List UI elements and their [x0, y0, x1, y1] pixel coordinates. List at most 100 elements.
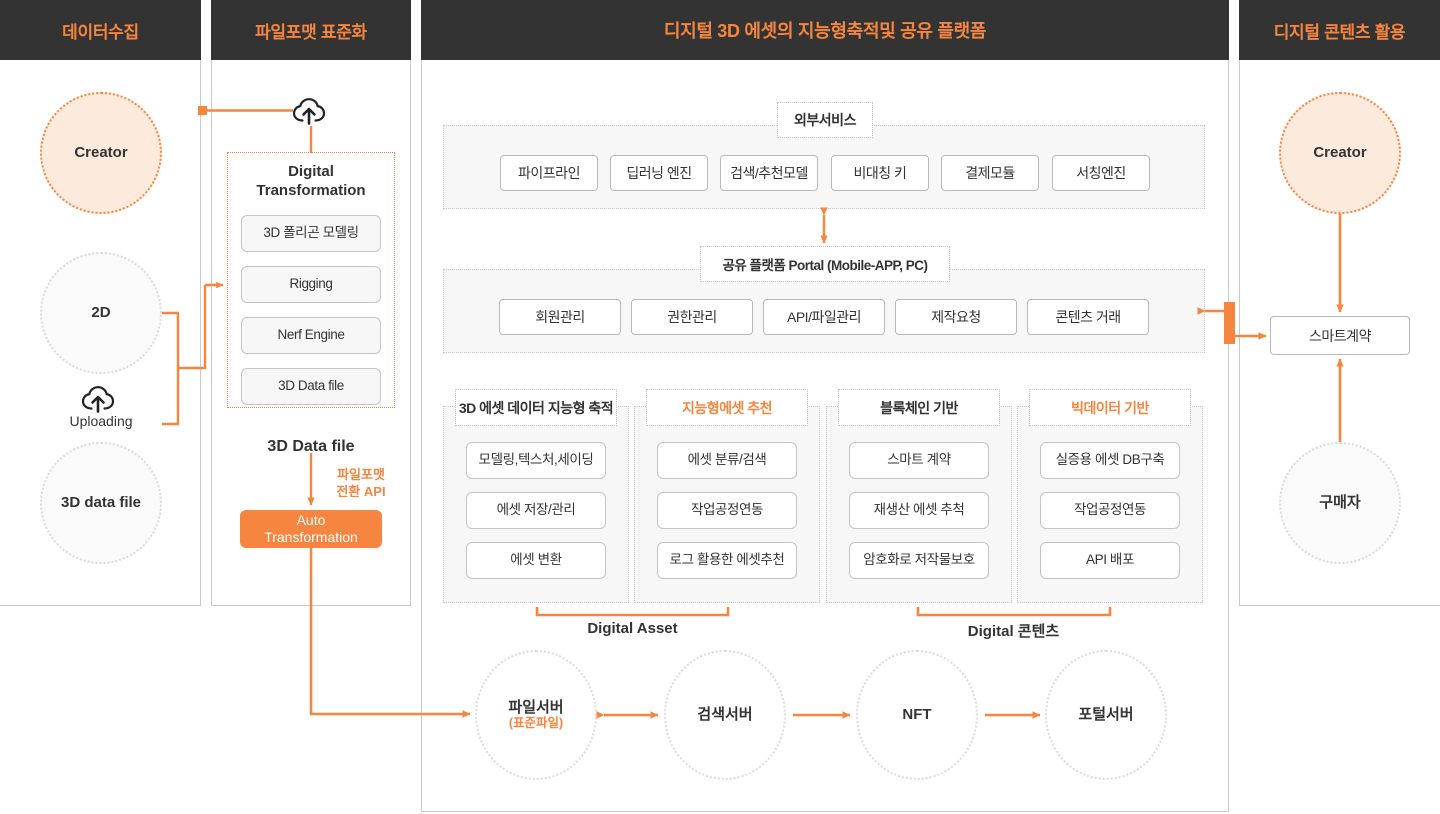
- capability-3-item-2[interactable]: API 배포: [1040, 542, 1180, 579]
- bracket-label-digital-asset: Digital Asset: [587, 620, 678, 637]
- server-circle-1: 검색서버: [664, 650, 786, 780]
- dt-item-0[interactable]: 3D 폴리곤 모델링: [241, 215, 381, 252]
- threed-data-file-label: 3D Data file: [267, 438, 355, 455]
- external-item-2[interactable]: 검색/추천모델: [720, 155, 818, 191]
- circle-buyer: 구매자: [1279, 442, 1401, 564]
- panel-header-platform: 디지털 3D 에셋의 지능형축적및 공유 플랫폼: [421, 0, 1229, 60]
- capability-2-item-2-label: 암호화로 저작물보호: [863, 552, 975, 568]
- capability-3-item-0[interactable]: 실증용 에셋 DB구축: [1040, 442, 1180, 479]
- external-item-1-label: 딥러닝 엔진: [626, 165, 692, 181]
- portal-item-4[interactable]: 콘텐츠 거래: [1027, 299, 1149, 335]
- uploading-label: Uploading: [69, 413, 133, 429]
- panel-header-data-collection: 데이터수집: [0, 0, 201, 60]
- capability-0-item-2[interactable]: 에셋 변환: [466, 542, 606, 579]
- server-circle-1-label: 검색서버: [697, 706, 753, 724]
- panel-title-data-collection: 데이터수집: [62, 22, 139, 42]
- portal-item-4-label: 콘텐츠 거래: [1055, 309, 1121, 325]
- portal-item-2[interactable]: API/파일관리: [763, 299, 885, 335]
- portal-item-0-label: 회원관리: [535, 309, 585, 325]
- server-circle-3: 포털서버: [1045, 650, 1167, 780]
- capability-group-1-title: 지능형에셋 추천: [646, 389, 808, 426]
- dt-item-3-label: 3D Data file: [278, 378, 344, 394]
- server-circle-2-label: NFT: [902, 706, 932, 724]
- cloud-upload-icon: [81, 386, 120, 414]
- circle-2d: 2D: [40, 252, 162, 374]
- portal-item-1[interactable]: 권한관리: [631, 299, 753, 335]
- capability-1-item-0[interactable]: 에셋 분류/검색: [657, 442, 797, 479]
- portal-item-1-label: 권한관리: [667, 309, 717, 325]
- external-services-title-label: 외부서비스: [794, 112, 856, 128]
- circle-3d-data-file: 3D data file: [40, 442, 162, 564]
- circle-creator-collect-label: Creator: [74, 144, 128, 162]
- server-circle-2: NFT: [856, 650, 978, 780]
- auto-transformation-box[interactable]: Auto Transformation: [240, 510, 382, 548]
- portal-title: 공유 플랫폼 Portal (Mobile-APP, PC): [700, 246, 950, 282]
- capability-1-item-2-label: 로그 활용한 에셋추천: [669, 552, 785, 568]
- external-item-3-label: 비대칭 키: [853, 165, 907, 181]
- circle-2d-label: 2D: [91, 304, 111, 322]
- capability-0-item-2-label: 에셋 변환: [510, 552, 562, 568]
- external-item-4[interactable]: 결제모듈: [941, 155, 1039, 191]
- server-circle-0: 파일서버 (표준파일): [475, 650, 597, 780]
- portal-item-3[interactable]: 제작요청: [895, 299, 1017, 335]
- external-item-0-label: 파이프라인: [518, 165, 580, 181]
- external-item-1[interactable]: 딥러닝 엔진: [610, 155, 708, 191]
- capability-1-item-0-label: 에셋 분류/검색: [687, 452, 767, 468]
- dt-item-1[interactable]: Rigging: [241, 266, 381, 303]
- capability-2-item-0-label: 스마트 계약: [887, 452, 951, 468]
- external-item-4-label: 결제모듈: [965, 165, 1015, 181]
- external-services-title: 외부서비스: [777, 102, 873, 138]
- server-circle-0-sub: (표준파일): [508, 716, 564, 731]
- capability-2-item-1[interactable]: 재생산 에셋 추척: [849, 492, 989, 529]
- format-api-label-line2: 전환 API: [336, 484, 386, 499]
- capability-3-item-0-label: 실증용 에셋 DB구축: [1055, 452, 1165, 468]
- portal-title-label: 공유 플랫폼 Portal (Mobile-APP, PC): [722, 258, 928, 273]
- external-item-2-label: 검색/추천모델: [730, 165, 808, 181]
- panel-header-file-format: 파일포맷 표준화: [211, 0, 411, 60]
- external-item-0[interactable]: 파이프라인: [500, 155, 598, 191]
- smart-contract-label: 스마트계약: [1309, 327, 1371, 344]
- dt-item-2-label: Nerf Engine: [277, 327, 345, 343]
- external-item-5-label: 서칭엔진: [1076, 165, 1126, 181]
- panel-title-contents-utilization: 디지털 콘텐츠 활용: [1273, 22, 1406, 42]
- auto-transformation-line1: Auto: [296, 512, 326, 529]
- capability-group-0-title-label: 3D 에셋 데이터 지능형 축적: [458, 399, 614, 416]
- panel-header-contents-utilization: 디지털 콘텐츠 활용: [1239, 0, 1440, 60]
- capability-2-item-2[interactable]: 암호화로 저작물보호: [849, 542, 989, 579]
- server-circle-0-label: 파일서버: [508, 699, 564, 717]
- capability-2-item-0[interactable]: 스마트 계약: [849, 442, 989, 479]
- capability-3-item-1[interactable]: 작업공정연동: [1040, 492, 1180, 529]
- capability-1-item-1[interactable]: 작업공정연동: [657, 492, 797, 529]
- circle-creator-utilize: Creator: [1279, 92, 1401, 214]
- server-circle-3-label: 포털서버: [1078, 706, 1134, 724]
- capability-1-item-1-label: 작업공정연동: [690, 502, 764, 518]
- capability-2-item-1-label: 재생산 에셋 추척: [873, 502, 965, 518]
- capability-3-item-1-label: 작업공정연동: [1073, 502, 1147, 518]
- portal-item-2-label: API/파일관리: [787, 309, 861, 325]
- dt-item-0-label: 3D 폴리곤 모델링: [263, 225, 359, 241]
- capability-group-2-title-label: 블록체인 기반: [880, 399, 958, 416]
- external-item-3[interactable]: 비대칭 키: [831, 155, 929, 191]
- capability-0-item-0[interactable]: 모델링,텍스처,세이딩: [466, 442, 606, 479]
- capability-3-item-2-label: API 배포: [1086, 552, 1134, 568]
- capability-0-item-1[interactable]: 에셋 저장/관리: [466, 492, 606, 529]
- digital-transformation-title-line2: Transformation: [256, 182, 366, 199]
- capability-0-item-0-label: 모델링,텍스처,세이딩: [478, 452, 594, 468]
- panel-title-platform: 디지털 3D 에셋의 지능형축적및 공유 플랫폼: [663, 21, 987, 41]
- cloud-upload-icon-standard: [292, 98, 331, 126]
- portal-item-3-label: 제작요청: [931, 309, 981, 325]
- capability-group-3-title-label: 빅데이터 기반: [1071, 399, 1149, 416]
- capability-group-1-title-label: 지능형에셋 추천: [681, 399, 773, 416]
- circle-3d-data-file-label: 3D data file: [60, 494, 142, 512]
- smart-contract-box[interactable]: 스마트계약: [1270, 316, 1410, 355]
- portal-item-0[interactable]: 회원관리: [499, 299, 621, 335]
- bracket-label-digital-contents: Digital 콘텐츠: [967, 623, 1060, 640]
- dt-item-2[interactable]: Nerf Engine: [241, 317, 381, 354]
- external-item-5[interactable]: 서칭엔진: [1052, 155, 1150, 191]
- auto-transformation-line2: Transformation: [264, 529, 358, 545]
- circle-creator-collect: Creator: [40, 92, 162, 214]
- capability-1-item-2[interactable]: 로그 활용한 에셋추천: [657, 542, 797, 579]
- panel-title-file-format: 파일포맷 표준화: [255, 22, 367, 42]
- circle-buyer-label: 구매자: [1319, 494, 1361, 512]
- dt-item-3[interactable]: 3D Data file: [241, 368, 381, 405]
